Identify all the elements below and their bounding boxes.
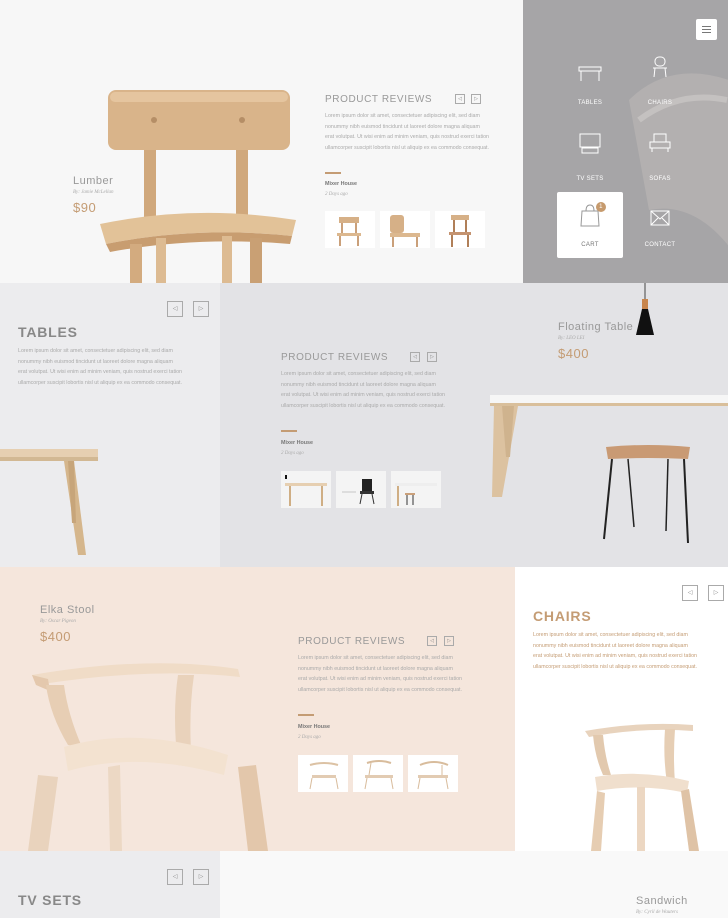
chairs-product-designer: By: Oscar Pigeon <box>40 619 76 624</box>
elka-stool-image <box>28 663 268 851</box>
chair-thumb-image <box>449 215 471 247</box>
menu-line-icon <box>702 32 711 33</box>
hero-thumb-3[interactable] <box>435 211 485 248</box>
tables-review-title: PRODUCT REVIEWS <box>281 352 389 363</box>
chairs-review-prev-button[interactable]: ◁ <box>427 636 437 646</box>
lumber-chair-image <box>100 90 296 283</box>
tables-review-prev-button[interactable]: ◁ <box>410 352 420 362</box>
chairs-review-text: Lorem ipsum dolor sit amet, consectetuer… <box>298 655 462 693</box>
tables-product-name[interactable]: Floating Table <box>558 321 633 333</box>
nav-item-sofas[interactable]: SOFAS <box>627 126 693 192</box>
table-side-image <box>0 449 98 555</box>
hero-review-prev-button[interactable]: ◁ <box>455 94 465 104</box>
chairs-review-author: Mixer House <box>298 724 331 730</box>
chairs-thumb-1[interactable] <box>298 755 348 792</box>
tvsets-product-designer: By: Cyril de Wauters <box>636 910 678 915</box>
tv-icon <box>579 133 601 154</box>
floating-table-image <box>490 395 728 544</box>
nav-item-cart[interactable]: 1 CART <box>557 192 623 258</box>
nav-item-label: CART <box>581 242 599 248</box>
tvsets-product-section: Sandwich By: Cyril de Wauters <box>220 851 728 918</box>
tvsets-prev-button[interactable]: ◁ <box>167 869 183 885</box>
hero-product-name[interactable]: Lumber <box>73 175 113 187</box>
table-thumb-image <box>391 471 441 508</box>
envelope-icon <box>650 210 670 226</box>
pendant-lamp-image <box>636 283 654 335</box>
tables-category-title[interactable]: TABLES <box>18 324 78 340</box>
nav-item-chairs[interactable]: CHAIRS <box>627 50 693 116</box>
hero-section: Lumber By: Jamie McLellan $90 PRODUCT RE… <box>0 0 523 283</box>
chair-thumb-image <box>417 761 449 790</box>
tables-thumb-3[interactable] <box>391 471 441 508</box>
nav-item-label: SOFAS <box>649 176 671 182</box>
chairs-product-name[interactable]: Elka Stool <box>40 604 95 616</box>
hero-review-text: Lorem ipsum dolor sit amet, consectetuer… <box>325 113 489 151</box>
chairs-category-text: Lorem ipsum dolor sit amet, consectetuer… <box>533 632 697 670</box>
nav-item-label: TV SETS <box>576 176 604 182</box>
tables-product-price: $400 <box>558 346 589 361</box>
nav-item-tvsets[interactable]: TV SETS <box>557 126 623 192</box>
sofa-icon <box>649 133 671 152</box>
chairs-next-button[interactable]: ▷ <box>708 585 724 601</box>
hero-product-designer: By: Jamie McLellan <box>73 190 114 195</box>
nav-item-label: TABLES <box>577 100 603 106</box>
tables-review-text: Lorem ipsum dolor sit amet, consectetuer… <box>281 371 445 409</box>
menu-line-icon <box>702 29 711 30</box>
tables-review-time: 2 Days ago <box>281 451 304 456</box>
tables-thumb-2[interactable] <box>336 471 386 508</box>
hero-product-price: $90 <box>73 200 97 215</box>
hero-thumb-1[interactable] <box>325 211 375 248</box>
hamburger-menu-button[interactable] <box>696 19 717 40</box>
nav-item-contact[interactable]: CONTACT <box>627 192 693 258</box>
hero-review-title: PRODUCT REVIEWS <box>325 94 433 105</box>
tvsets-category-section: ◁ ▷ TV SETS <box>0 851 220 918</box>
chairs-prev-button[interactable]: ◁ <box>682 585 698 601</box>
chair-thumb-image <box>309 762 339 790</box>
chairs-product-price: $400 <box>40 629 71 644</box>
tables-prev-button[interactable]: ◁ <box>167 301 183 317</box>
chairs-product-section: Elka Stool By: Oscar Pigeon $400 PRODUCT… <box>0 567 515 851</box>
menu-line-icon <box>702 26 711 27</box>
nav-item-label: CONTACT <box>644 242 676 248</box>
tvsets-next-button[interactable]: ▷ <box>193 869 209 885</box>
nav-item-label: CHAIRS <box>647 100 673 106</box>
chairs-thumb-3[interactable] <box>408 755 458 792</box>
tables-thumb-1[interactable] <box>281 471 331 508</box>
tables-review-author: Mixer House <box>281 440 314 446</box>
cart-count-badge: 1 <box>596 202 606 212</box>
chairs-category-section: ◁ ▷ CHAIRS Lorem ipsum dolor sit amet, c… <box>515 567 728 851</box>
chair-thumb-image <box>390 215 420 247</box>
chair-thumb-image <box>337 217 361 246</box>
nav-item-tables[interactable]: TABLES <box>557 50 623 116</box>
tables-review-divider <box>281 430 297 432</box>
chair-thumb-image <box>364 760 394 790</box>
tables-review-next-button[interactable]: ▷ <box>427 352 437 362</box>
chairs-review-time: 2 Days ago <box>298 735 321 740</box>
chairs-thumb-2[interactable] <box>353 755 403 792</box>
chair-category-image <box>585 723 699 851</box>
table-icon <box>578 66 602 81</box>
tables-category-section: ◁ ▷ TABLES Lorem ipsum dolor sit amet, c… <box>0 283 220 567</box>
chairs-review-next-button[interactable]: ▷ <box>444 636 454 646</box>
hero-review-next-button[interactable]: ▷ <box>471 94 481 104</box>
tables-product-section: Floating Table By: LEO LEI $400 PRODUCT … <box>220 283 728 567</box>
hero-review-divider <box>325 172 341 174</box>
hero-review-author: Mixer House <box>325 181 358 187</box>
chairs-review-title: PRODUCT REVIEWS <box>298 636 406 647</box>
table-thumb-image <box>281 471 331 508</box>
tvsets-category-title[interactable]: TV SETS <box>18 892 82 908</box>
tables-product-designer: By: LEO LEI <box>558 336 585 341</box>
chair-icon <box>653 56 667 78</box>
tables-next-button[interactable]: ▷ <box>193 301 209 317</box>
chairs-review-divider <box>298 714 314 716</box>
chairs-category-title[interactable]: CHAIRS <box>533 608 591 624</box>
chair-thumb-image <box>336 471 386 508</box>
nav-panel <box>523 0 728 283</box>
hero-thumb-2[interactable] <box>380 211 430 248</box>
hero-review-time: 2 Days ago <box>325 192 348 197</box>
tables-category-text: Lorem ipsum dolor sit amet, consectetuer… <box>18 348 182 386</box>
tvsets-product-name[interactable]: Sandwich <box>636 895 688 907</box>
